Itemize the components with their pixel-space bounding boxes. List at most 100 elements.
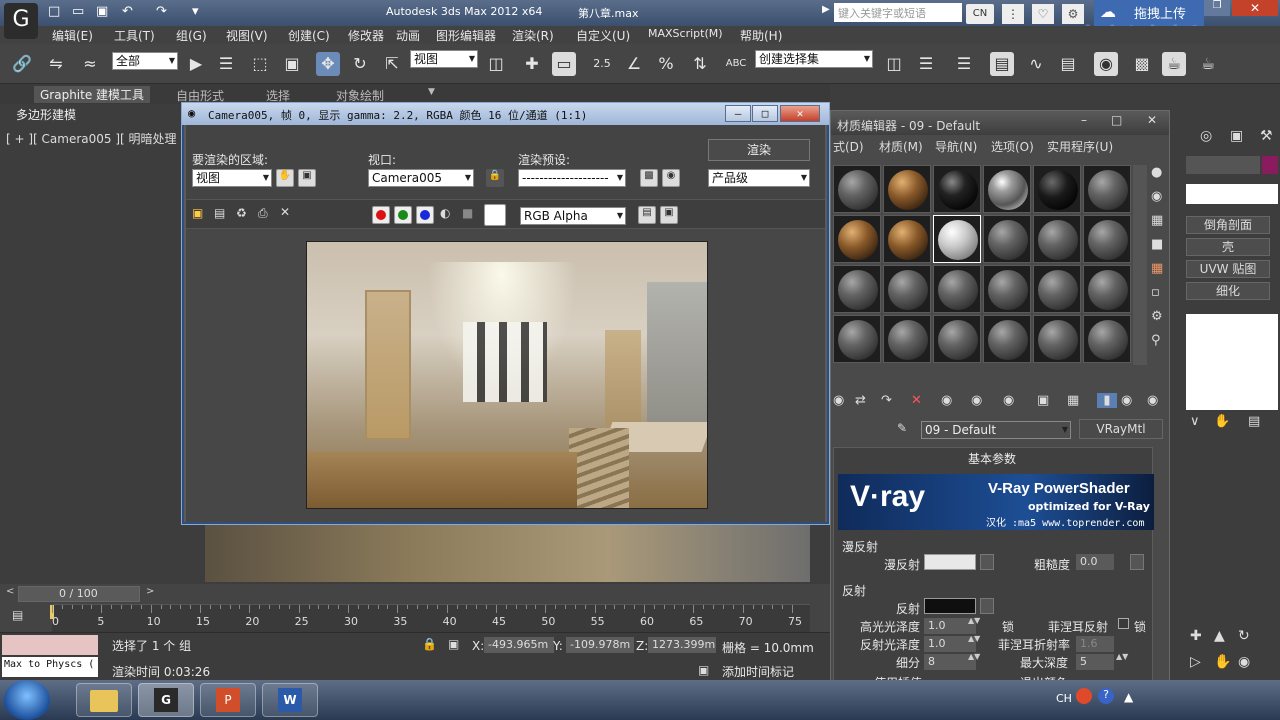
menu-group[interactable]: 组(G) (176, 27, 207, 44)
area-to-render-select[interactable]: 视图 (192, 169, 272, 187)
z-coord-field[interactable]: 1273.399m (648, 637, 716, 653)
max-depth-spinner[interactable]: ▲▼ (1116, 652, 1128, 661)
make-preview-icon[interactable]: ▫ (1151, 285, 1169, 309)
menu-animation[interactable]: 动画 (396, 27, 420, 44)
menu-maxscript[interactable]: MAXScript(M) (648, 27, 723, 40)
edit-named-sel-icon[interactable]: ABC (724, 52, 748, 76)
uv-tiling-icon[interactable]: ■ (1151, 237, 1169, 261)
get-material-icon[interactable]: ◉ (833, 393, 844, 408)
maximize-icon[interactable]: □ (752, 105, 778, 122)
schematic-icon[interactable]: ▤ (1056, 52, 1080, 76)
lock-icon[interactable]: 🔒 (486, 169, 504, 187)
lock-label[interactable]: 锁 (1002, 618, 1014, 635)
me-menu-utilities[interactable]: 实用程序(U) (1047, 138, 1113, 155)
make-unique-icon[interactable]: ◉ (971, 393, 982, 408)
green-channel-icon[interactable] (394, 206, 412, 224)
link-icon[interactable]: 🔗 (10, 52, 34, 76)
me-menu-navigation[interactable]: 导航(N) (935, 138, 977, 155)
time-tag-icon[interactable]: ▣ (698, 663, 709, 677)
toggle-ui-overlay-icon[interactable]: ▤ (638, 206, 656, 224)
timeline-track[interactable]: 0 5 10 15 20 25 30 35 40 45 50 55 60 65 70 75 (50, 604, 810, 632)
taskbar-powerpoint[interactable]: P (200, 683, 256, 717)
named-selection-select[interactable]: 创建选择集 (755, 50, 873, 68)
render-setup-icon[interactable]: ▩ (1130, 52, 1154, 76)
material-editor-icon[interactable]: ◉ (1094, 52, 1118, 76)
reflect-map-button[interactable] (980, 598, 994, 614)
snap-icon[interactable]: 2.5 (590, 52, 614, 76)
me-menu-options[interactable]: 选项(O) (991, 138, 1034, 155)
redo-icon[interactable]: ↷ (156, 4, 167, 19)
material-sample-slot[interactable] (833, 165, 881, 213)
search-input[interactable]: 键入关键字或短语 (834, 3, 962, 22)
material-sample-slot[interactable] (883, 165, 931, 213)
utilities-tab-icon[interactable]: ▣ (1230, 128, 1243, 144)
customize-qat-icon[interactable]: ▾ (192, 4, 199, 19)
undo-icon[interactable]: ↶ (122, 4, 133, 19)
mono-icon[interactable]: ■ (462, 206, 473, 220)
pivot-icon[interactable]: ◫ (484, 52, 508, 76)
zoom-icon[interactable]: ✚ (1190, 628, 1202, 644)
align-icon[interactable]: ☰ (914, 52, 938, 76)
tessellate-button[interactable]: 细化 (1186, 282, 1270, 300)
start-button-icon[interactable] (4, 680, 50, 720)
keyboard-shortcut-icon[interactable]: ▭ (552, 52, 576, 76)
close-render-window-icon[interactable]: ✕ (780, 105, 820, 122)
toggle-ui-icon[interactable]: ▣ (660, 206, 678, 224)
mirror-icon[interactable]: ◫ (882, 52, 906, 76)
hammer-icon[interactable]: ⚒ (1260, 128, 1273, 144)
reflect-color-swatch[interactable] (924, 598, 976, 614)
scale-icon[interactable]: ⇱ (380, 52, 404, 76)
copy-image-icon[interactable]: ▤ (214, 206, 225, 220)
curve-editor-mini-icon[interactable]: ▤ (12, 608, 23, 622)
favorite-icon[interactable]: ♡ (1032, 4, 1054, 24)
material-sample-slot[interactable] (833, 315, 881, 363)
material-sample-slot[interactable] (833, 265, 881, 313)
maxscript-listener-swatch[interactable] (2, 635, 98, 655)
menu-customize[interactable]: 自定义(U) (576, 27, 630, 44)
material-name-select[interactable]: 09 - Default (921, 421, 1071, 439)
put-to-scene-icon[interactable]: ⇄ (855, 393, 866, 408)
material-sample-slot[interactable] (1033, 265, 1081, 313)
pan-icon[interactable]: ▷ (1190, 654, 1201, 670)
absolute-mode-icon[interactable]: ▣ (448, 637, 459, 651)
display-channel-select[interactable]: RGB Alpha (520, 207, 626, 225)
render-button[interactable]: 渲染 (708, 139, 810, 161)
blue-channel-icon[interactable] (416, 206, 434, 224)
material-sample-slot[interactable] (933, 315, 981, 363)
select-icon[interactable]: ▶ (184, 52, 208, 76)
render-quality-select[interactable]: 产品级 (708, 169, 810, 187)
material-sample-slot[interactable] (1033, 215, 1081, 263)
tray-app-icon[interactable] (1076, 688, 1092, 704)
rotate-icon[interactable]: ↻ (348, 52, 372, 76)
angle-snap-icon[interactable]: ∠ (622, 52, 646, 76)
app-logo-icon[interactable]: G (4, 3, 38, 39)
display-tab-icon[interactable]: ◎ (1200, 128, 1212, 144)
me-maximize-icon[interactable]: □ (1111, 113, 1122, 127)
pick-material-icon[interactable]: ✎ (897, 421, 907, 435)
save-image-icon[interactable]: ▣ (192, 206, 203, 220)
material-sample-slot[interactable] (833, 215, 881, 263)
close-app-icon[interactable]: ✕ (1232, 0, 1278, 16)
window-crossing-icon[interactable]: ▣ (280, 52, 304, 76)
auto-region-icon[interactable]: ▣ (298, 169, 316, 187)
material-sample-slot[interactable] (1033, 315, 1081, 363)
fresnel-checkbox[interactable] (1118, 618, 1129, 629)
lock-selection-icon[interactable]: 🔒 (422, 637, 437, 651)
render-preset-select[interactable]: -------------------- (518, 169, 626, 187)
menu-create[interactable]: 创建(C) (288, 27, 330, 44)
cn-button[interactable]: CN (966, 4, 994, 24)
tray-help-icon[interactable]: ? (1098, 688, 1114, 704)
me-menu-modes[interactable]: 式(D) (833, 138, 864, 155)
render-setup-icon[interactable]: ▩ (640, 169, 658, 187)
zoom-all-icon[interactable]: ▲ (1214, 628, 1225, 644)
assign-material-icon[interactable]: ↷ (881, 393, 892, 408)
material-sample-slot[interactable] (883, 315, 931, 363)
fresnel-ior-field[interactable]: 1.6 (1076, 636, 1114, 652)
clear-icon[interactable]: ✕ (280, 205, 290, 219)
material-sample-slot[interactable] (933, 265, 981, 313)
rect-region-icon[interactable]: ⬚ (248, 52, 272, 76)
uvw-map-button[interactable]: UVW 贴图 (1186, 260, 1270, 278)
menu-tools[interactable]: 工具(T) (114, 27, 155, 44)
bind-space-warp-icon[interactable]: ≈ (78, 52, 102, 76)
modifier-stack[interactable] (1186, 314, 1278, 410)
